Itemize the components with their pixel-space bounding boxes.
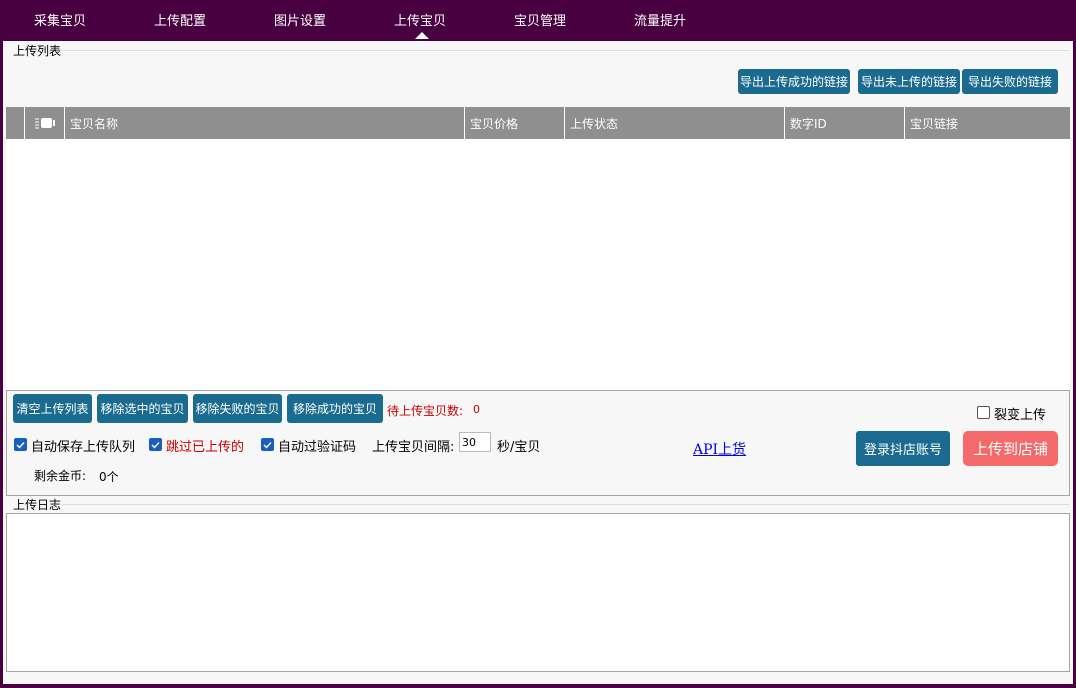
check-icon [263,441,272,449]
active-tab-indicator-icon [415,32,429,39]
tab-upload-items[interactable]: 上传宝贝 [394,10,446,29]
upload-log-title: 上传日志 [11,496,64,513]
upload-control-panel: 清空上传列表 移除选中的宝贝 移除失败的宝贝 移除成功的宝贝 待上传宝贝数: 0… [6,390,1070,496]
main-panel: 上传列表 导出上传成功的链接 导出未上传的链接 导出失败的链接 宝贝名称 宝贝价… [3,41,1073,684]
upload-table: 宝贝名称 宝贝价格 上传状态 数字ID 宝贝链接 [6,107,1070,390]
column-header-item-name[interactable]: 宝贝名称 [65,107,465,139]
upload-list-title: 上传列表 [11,42,64,59]
pending-count-value: 0 [473,403,480,416]
check-icon [151,441,160,449]
column-header-item-price[interactable]: 宝贝价格 [465,107,565,139]
upload-log-textarea[interactable] [6,513,1070,672]
column-header-upload-status[interactable]: 上传状态 [565,107,785,139]
auto-captcha-checkbox[interactable] [261,438,274,451]
export-success-links-button[interactable]: 导出上传成功的链接 [738,69,850,94]
select-all-icon[interactable] [34,117,56,129]
tab-traffic-boost[interactable]: 流量提升 [634,10,686,29]
export-unuploaded-links-button[interactable]: 导出未上传的链接 [858,69,960,94]
remove-selected-items-button[interactable]: 移除选中的宝贝 [97,394,188,423]
auto-captcha-label: 自动过验证码 [278,440,357,455]
remove-success-items-button[interactable]: 移除成功的宝贝 [287,394,383,423]
skip-uploaded-label: 跳过已上传的 [166,440,245,455]
upload-to-store-button[interactable]: 上传到店铺 [963,431,1058,466]
upload-interval-unit: 秒/宝贝 [497,440,541,455]
auto-save-queue-checkbox[interactable] [14,438,27,451]
skip-uploaded-checkbox[interactable] [149,438,162,451]
column-header-blank [6,107,25,139]
auto-save-queue-label: 自动保存上传队列 [31,440,136,455]
upload-interval-label: 上传宝贝间隔: [372,440,455,455]
top-navigation: 采集宝贝 上传配置 图片设置 上传宝贝 宝贝管理 流量提升 [0,0,1076,39]
column-header-select-all[interactable] [25,107,65,139]
tab-image-settings[interactable]: 图片设置 [274,10,326,29]
upload-interval-input[interactable] [459,432,491,452]
column-header-numeric-id[interactable]: 数字ID [785,107,905,139]
clear-upload-list-button[interactable]: 清空上传列表 [13,394,92,423]
remaining-coins-value: 0个 [99,470,119,484]
api-upload-link[interactable]: API上货 [693,439,746,459]
upload-list-divider [63,50,1069,51]
fission-upload-label: 裂变上传 [994,408,1047,423]
fission-upload-checkbox[interactable] [977,406,990,419]
export-failed-links-button[interactable]: 导出失败的链接 [962,69,1058,94]
table-header: 宝贝名称 宝贝价格 上传状态 数字ID 宝贝链接 [6,107,1070,139]
remove-failed-items-button[interactable]: 移除失败的宝贝 [193,394,282,423]
tab-upload-config[interactable]: 上传配置 [154,10,206,29]
check-icon [16,441,25,449]
pending-count-label: 待上传宝贝数: [387,404,464,418]
remaining-coins-label: 剩余金币: [34,469,87,483]
login-store-account-button[interactable]: 登录抖店账号 [856,431,950,466]
tab-collect-items[interactable]: 采集宝贝 [34,10,86,29]
column-header-item-link[interactable]: 宝贝链接 [905,107,1070,139]
tab-item-management[interactable]: 宝贝管理 [514,10,566,29]
upload-log-divider [63,504,1069,505]
